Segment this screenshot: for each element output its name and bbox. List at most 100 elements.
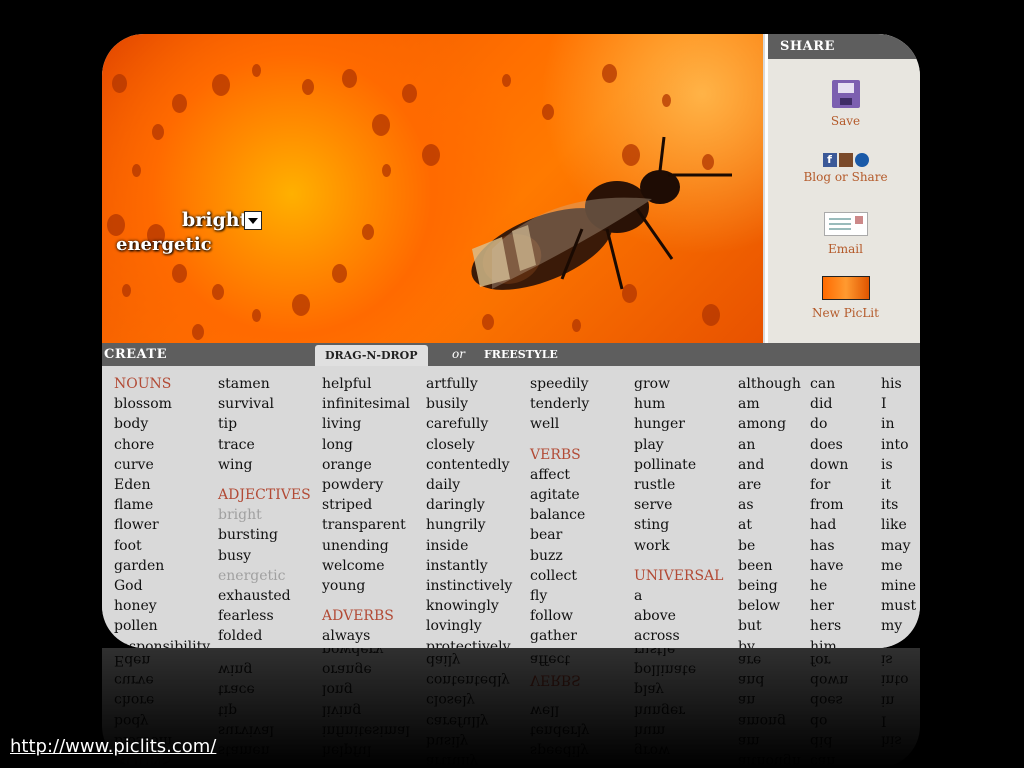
word-tile[interactable]: always <box>322 626 410 646</box>
word-tile[interactable]: exhausted <box>218 586 311 606</box>
word-tile[interactable]: hers <box>810 616 848 636</box>
word-tile[interactable]: he <box>810 576 848 596</box>
word-tile[interactable]: survival <box>218 394 311 414</box>
word-tile[interactable]: folded <box>218 626 311 646</box>
word-tile[interactable]: below <box>738 596 801 616</box>
word-tile[interactable]: contentedly <box>426 455 512 475</box>
word-tile[interactable]: have <box>810 556 848 576</box>
word-tile[interactable]: an <box>738 435 801 455</box>
word-tile[interactable]: hunger <box>634 414 723 434</box>
word-tile[interactable]: God <box>114 576 210 596</box>
word-tile[interactable]: body <box>114 414 210 434</box>
word-tile[interactable]: instantly <box>426 556 512 576</box>
word-tile[interactable]: well <box>530 414 589 434</box>
word-tile[interactable]: but <box>738 616 801 636</box>
word-tile[interactable]: and <box>738 455 801 475</box>
word-tile[interactable]: pollen <box>114 616 210 636</box>
word-tile[interactable]: infinitesimal <box>322 394 410 414</box>
word-tile[interactable]: agitate <box>530 485 589 505</box>
word-tile[interactable]: him <box>810 637 848 648</box>
word-tile[interactable]: serve <box>634 495 723 515</box>
word-tile[interactable]: energetic <box>218 566 311 586</box>
word-tile[interactable]: young <box>322 576 410 596</box>
word-tile[interactable]: among <box>738 414 801 434</box>
word-tile[interactable]: work <box>634 536 723 556</box>
word-tile[interactable]: garden <box>114 556 210 576</box>
word-tile[interactable]: helpful <box>322 374 410 394</box>
word-tile[interactable]: busy <box>218 546 311 566</box>
word-tile[interactable]: above <box>634 606 723 626</box>
email-button[interactable]: Email <box>768 212 920 256</box>
new-piclit-button[interactable]: New PicLit <box>768 276 920 320</box>
word-tile[interactable]: carefully <box>426 414 512 434</box>
word-tile[interactable]: its <box>881 495 916 515</box>
word-tile[interactable]: are <box>738 475 801 495</box>
word-tile[interactable]: knowingly <box>426 596 512 616</box>
word-tile[interactable]: has <box>810 536 848 556</box>
word-tile[interactable]: by <box>738 637 801 648</box>
word-tile[interactable]: protectively <box>426 637 512 648</box>
word-tile[interactable]: blossom <box>114 394 210 414</box>
word-tile[interactable]: daringly <box>426 495 512 515</box>
word-tile[interactable]: honey <box>114 596 210 616</box>
word-tile[interactable]: being <box>738 576 801 596</box>
word-tile[interactable]: do <box>810 414 848 434</box>
word-tile[interactable]: mine <box>881 576 916 596</box>
photo-canvas[interactable]: bright energetic <box>102 34 763 343</box>
word-tile[interactable]: transparent <box>322 515 410 535</box>
word-tile[interactable]: orange <box>322 455 410 475</box>
word-tile[interactable]: affect <box>530 465 589 485</box>
tab-freestyle[interactable]: FREESTYLE <box>484 348 558 361</box>
word-tile[interactable]: play <box>634 435 723 455</box>
word-tile[interactable]: bursting <box>218 525 311 545</box>
word-tile[interactable]: tenderly <box>530 394 589 414</box>
word-tile[interactable]: is <box>881 455 916 475</box>
word-tile[interactable]: trace <box>218 435 311 455</box>
word-tile[interactable]: inside <box>426 536 512 556</box>
word-tile[interactable]: balance <box>530 505 589 525</box>
word-tile[interactable]: had <box>810 515 848 535</box>
placed-word-energetic[interactable]: energetic <box>116 234 212 255</box>
word-tile[interactable]: instinctively <box>426 576 512 596</box>
word-tile[interactable]: rustle <box>634 475 723 495</box>
word-tile[interactable]: Eden <box>114 475 210 495</box>
word-tile[interactable]: for <box>810 475 848 495</box>
word-tile[interactable]: speedily <box>530 374 589 394</box>
word-dropdown-button[interactable] <box>244 211 262 230</box>
word-tile[interactable]: must <box>881 596 916 616</box>
word-tile[interactable]: sting <box>634 515 723 535</box>
word-tile[interactable]: a <box>634 586 723 606</box>
save-button[interactable]: Save <box>768 80 920 128</box>
word-tile[interactable]: unending <box>322 536 410 556</box>
blog-or-share-button[interactable]: f Blog or Share <box>768 152 920 184</box>
word-tile[interactable]: from <box>810 495 848 515</box>
word-tile[interactable]: bright <box>218 505 311 525</box>
word-tile[interactable]: may <box>881 536 916 556</box>
word-tile[interactable]: am <box>738 394 801 414</box>
word-tile[interactable]: flame <box>114 495 210 515</box>
word-tile[interactable]: my <box>881 616 916 636</box>
word-tile[interactable]: powdery <box>322 475 410 495</box>
word-tile[interactable]: hum <box>634 394 723 414</box>
word-tile[interactable]: buzz <box>530 546 589 566</box>
word-tile[interactable]: as <box>738 495 801 515</box>
word-tile[interactable]: stamen <box>218 374 311 394</box>
word-tile[interactable]: her <box>810 596 848 616</box>
word-tile[interactable]: across <box>634 626 723 646</box>
word-tile[interactable]: daily <box>426 475 512 495</box>
word-tile[interactable]: responsibility <box>114 637 210 648</box>
word-tile[interactable]: in <box>881 414 916 434</box>
word-tile[interactable]: pollinate <box>634 455 723 475</box>
footer-url[interactable]: http://www.piclits.com/ <box>10 736 216 757</box>
word-tile[interactable]: tip <box>218 414 311 434</box>
word-tile[interactable]: curve <box>114 455 210 475</box>
word-tile[interactable]: lovingly <box>426 616 512 636</box>
word-tile[interactable]: hungrily <box>426 515 512 535</box>
word-tile[interactable]: gather <box>530 626 589 646</box>
word-tile[interactable]: although <box>738 374 801 394</box>
word-tile[interactable]: busily <box>426 394 512 414</box>
word-tile[interactable]: I <box>881 394 916 414</box>
word-tile[interactable]: flower <box>114 515 210 535</box>
word-tile[interactable]: does <box>810 435 848 455</box>
word-tile[interactable]: collect <box>530 566 589 586</box>
